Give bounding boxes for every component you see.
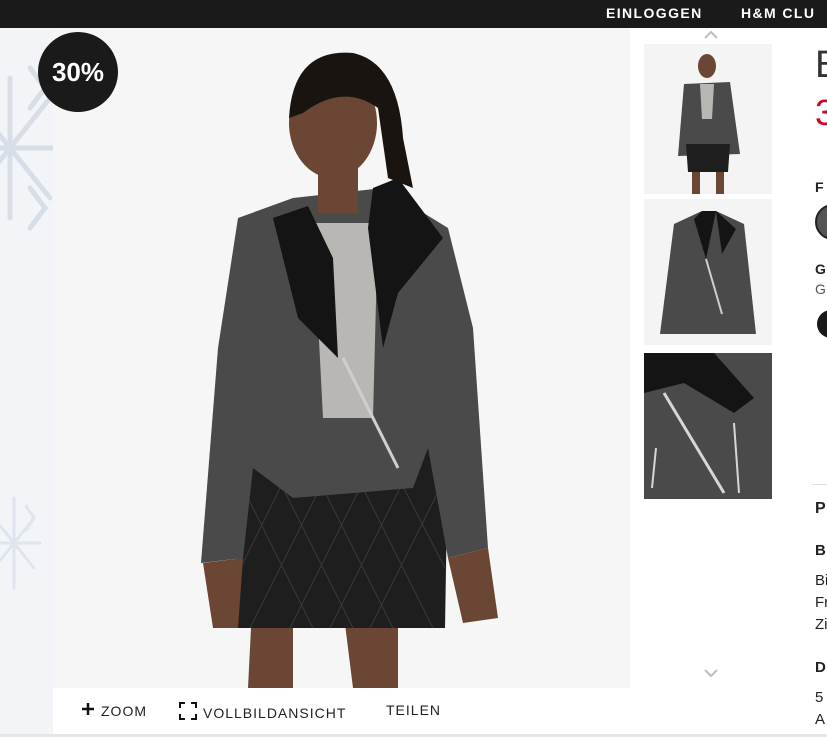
- plus-icon: [81, 702, 95, 719]
- main-product-image[interactable]: [53, 28, 630, 688]
- detail-line-1: 5: [815, 689, 824, 706]
- zoom-label: ZOOM: [101, 702, 147, 719]
- fullscreen-icon: [179, 702, 197, 723]
- discount-badge: 30%: [38, 32, 118, 112]
- login-link[interactable]: EINLOGGEN: [606, 5, 703, 21]
- model-jacket-illustration: [53, 28, 630, 688]
- thumbnail-model-image: [644, 44, 772, 194]
- fullscreen-label: VOLLBILDANSICHT: [203, 704, 347, 721]
- thumbnail-jacket-detail-image: [644, 353, 772, 499]
- thumbnail-model[interactable]: [644, 44, 772, 194]
- thumbnail-jacket-front[interactable]: [644, 199, 772, 345]
- size-value: G: [815, 281, 826, 297]
- chevron-up-icon[interactable]: [703, 28, 719, 40]
- size-option-button[interactable]: [817, 310, 827, 338]
- image-toolbar: ZOOM VOLLBILDANSICHT TEILEN: [53, 690, 630, 734]
- share-button[interactable]: TEILEN: [386, 702, 441, 718]
- fullscreen-button[interactable]: VOLLBILDANSICHT: [179, 702, 346, 723]
- color-label: F: [815, 179, 824, 195]
- description-line-1: Bi: [815, 572, 827, 589]
- product-title: B: [815, 44, 827, 87]
- section-heading-b: B: [815, 542, 826, 559]
- product-info-panel: B 3 F G G P B Bi Fr Zi D 5 A: [812, 28, 827, 737]
- snowflake-decoration: [0, 28, 53, 737]
- zoom-button[interactable]: ZOOM: [81, 702, 147, 719]
- share-label: TEILEN: [386, 702, 442, 718]
- hm-club-link[interactable]: H&M CLU: [741, 5, 815, 21]
- section-heading-p[interactable]: P: [815, 500, 826, 518]
- description-line-2: Fr: [815, 594, 827, 611]
- chevron-down-icon[interactable]: [703, 668, 719, 680]
- info-divider: [812, 484, 827, 485]
- snowflake-icon: [0, 65, 53, 590]
- size-label: G: [815, 261, 826, 277]
- product-price: 3: [815, 92, 827, 133]
- color-swatch[interactable]: [815, 204, 827, 240]
- section-heading-d: D: [815, 659, 826, 676]
- description-line-3: Zi: [815, 616, 827, 633]
- top-navigation-bar: EINLOGGEN H&M CLU: [0, 0, 827, 28]
- thumbnail-jacket-front-image: [644, 199, 772, 345]
- detail-line-2: A: [815, 711, 826, 728]
- thumbnail-jacket-detail[interactable]: [644, 353, 772, 499]
